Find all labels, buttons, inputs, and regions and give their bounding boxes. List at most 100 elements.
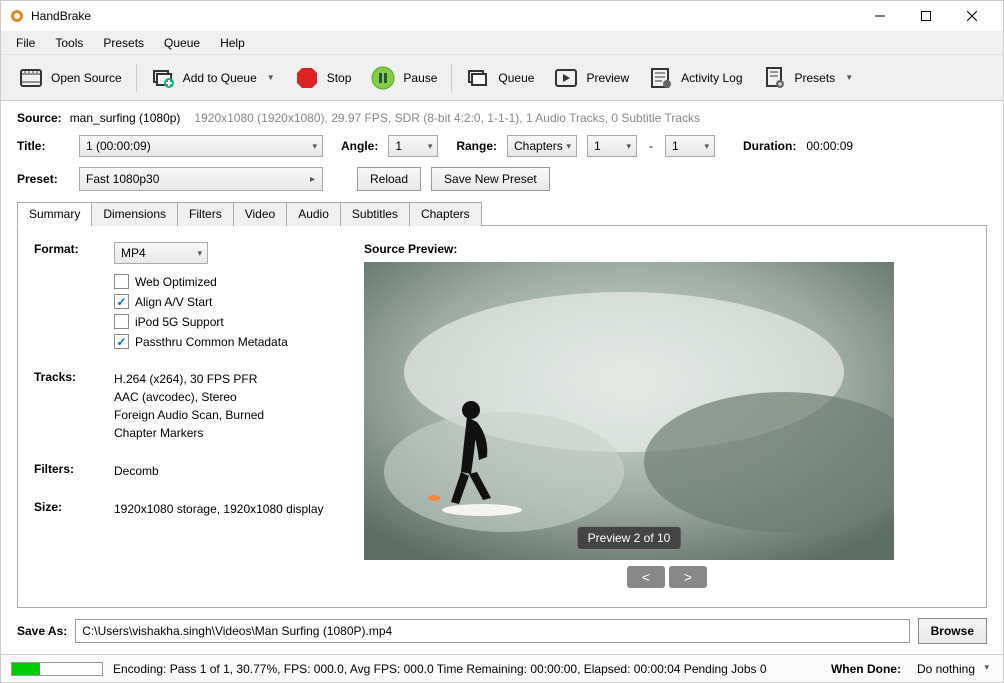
summary-left: Format: MP4 Web Optimized Align A/V Star…: [34, 242, 344, 591]
preset-dropdown[interactable]: Fast 1080p30: [79, 167, 323, 191]
preset-label: Preset:: [17, 172, 69, 186]
presets-button[interactable]: Presets ▼: [753, 60, 864, 96]
format-dropdown[interactable]: MP4: [114, 242, 208, 264]
close-button[interactable]: [949, 1, 995, 31]
menubar: File Tools Presets Queue Help: [1, 31, 1003, 55]
film-reel-icon: [19, 66, 43, 90]
pause-button[interactable]: Pause: [361, 60, 447, 96]
tracks-value: H.264 (x264), 30 FPS PFR AAC (avcodec), …: [114, 370, 264, 442]
range-label: Range:: [456, 139, 497, 153]
format-label: Format:: [34, 242, 114, 264]
open-source-button[interactable]: Open Source: [9, 60, 132, 96]
duration-label: Duration:: [743, 139, 796, 153]
queue-label: Queue: [498, 71, 534, 85]
preview-counter-badge: Preview 2 of 10: [577, 526, 682, 550]
log-icon: [649, 66, 673, 90]
tab-strip: Summary Dimensions Filters Video Audio S…: [17, 202, 987, 226]
summary-right: Source Preview:: [364, 242, 970, 591]
preview-label: Preview: [586, 71, 629, 85]
duration-value: 00:00:09: [806, 139, 853, 153]
angle-dropdown[interactable]: 1: [388, 135, 438, 157]
minimize-button[interactable]: [857, 1, 903, 31]
align-av-label: Align A/V Start: [135, 295, 212, 309]
angle-label: Angle:: [341, 139, 378, 153]
range-from-dropdown[interactable]: 1: [587, 135, 637, 157]
add-to-queue-button[interactable]: Add to Queue ▼: [141, 60, 285, 96]
source-row: Source: man_surfing (1080p) 1920x1080 (1…: [1, 101, 1003, 131]
presets-label: Presets: [795, 71, 836, 85]
tab-video[interactable]: Video: [233, 202, 287, 226]
ipod-label: iPod 5G Support: [135, 315, 224, 329]
size-label: Size:: [34, 500, 114, 518]
pause-icon: [371, 66, 395, 90]
tab-summary[interactable]: Summary: [17, 202, 92, 226]
toolbar: Open Source Add to Queue ▼ Stop Pause Qu…: [1, 55, 1003, 101]
tracks-label: Tracks:: [34, 370, 114, 442]
status-text: Encoding: Pass 1 of 1, 30.77%, FPS: 000.…: [113, 662, 767, 676]
add-queue-icon: [151, 66, 175, 90]
source-name: man_surfing (1080p): [70, 111, 181, 125]
ipod-checkbox[interactable]: [114, 314, 129, 329]
title-label: Title:: [17, 139, 69, 153]
preview-prev-button[interactable]: <: [627, 566, 665, 588]
statusbar: Encoding: Pass 1 of 1, 30.77%, FPS: 000.…: [1, 654, 1003, 682]
size-value: 1920x1080 storage, 1920x1080 display: [114, 500, 324, 518]
web-optimized-checkbox[interactable]: [114, 274, 129, 289]
tab-subtitles[interactable]: Subtitles: [340, 202, 410, 226]
save-new-preset-button[interactable]: Save New Preset: [431, 167, 550, 191]
source-detail: 1920x1080 (1920x1080), 29.97 FPS, SDR (8…: [194, 111, 700, 125]
add-to-queue-label: Add to Queue: [183, 71, 257, 85]
stop-label: Stop: [327, 71, 352, 85]
activity-log-button[interactable]: Activity Log: [639, 60, 752, 96]
reload-button[interactable]: Reload: [357, 167, 421, 191]
activity-log-label: Activity Log: [681, 71, 742, 85]
pause-label: Pause: [403, 71, 437, 85]
menu-tools[interactable]: Tools: [46, 33, 92, 53]
stop-icon: [295, 66, 319, 90]
browse-button[interactable]: Browse: [918, 618, 987, 644]
when-done-dropdown[interactable]: Do nothing: [911, 660, 993, 678]
web-optimized-label: Web Optimized: [135, 275, 217, 289]
tab-audio[interactable]: Audio: [286, 202, 341, 226]
queue-icon: [466, 66, 490, 90]
menu-file[interactable]: File: [7, 33, 44, 53]
maximize-button[interactable]: [903, 1, 949, 31]
saveas-row: Save As: Browse: [1, 608, 1003, 654]
title-row: Title: 1 (00:00:09) Angle: 1 Range: Chap…: [1, 131, 1003, 161]
queue-button[interactable]: Queue: [456, 60, 544, 96]
source-preview-image: Preview 2 of 10: [364, 262, 894, 560]
preview-next-button[interactable]: >: [669, 566, 707, 588]
dropdown-arrow-icon: ▼: [267, 73, 275, 82]
tab-panel: Summary Dimensions Filters Video Audio S…: [17, 201, 987, 608]
preview-icon: [554, 66, 578, 90]
tab-chapters[interactable]: Chapters: [409, 202, 482, 226]
tab-dimensions[interactable]: Dimensions: [91, 202, 178, 226]
passthru-label: Passthru Common Metadata: [135, 335, 288, 349]
preview-nav: < >: [364, 566, 970, 588]
saveas-input[interactable]: [75, 619, 909, 643]
range-to-dropdown[interactable]: 1: [665, 135, 715, 157]
when-done-label: When Done:: [831, 662, 901, 676]
saveas-label: Save As:: [17, 624, 67, 638]
title-dropdown[interactable]: 1 (00:00:09): [79, 135, 323, 157]
preset-row: Preset: Fast 1080p30 Reload Save New Pre…: [1, 161, 1003, 201]
tab-content: Format: MP4 Web Optimized Align A/V Star…: [17, 225, 987, 608]
dropdown-arrow-icon: ▼: [845, 73, 853, 82]
filters-value: Decomb: [114, 462, 159, 480]
range-hyphen: -: [647, 139, 655, 153]
presets-icon: [763, 66, 787, 90]
stop-button[interactable]: Stop: [285, 60, 362, 96]
range-type-dropdown[interactable]: Chapters: [507, 135, 577, 157]
progress-bar: [11, 662, 103, 676]
passthru-checkbox[interactable]: [114, 334, 129, 349]
menu-queue[interactable]: Queue: [155, 33, 209, 53]
preview-button[interactable]: Preview: [544, 60, 639, 96]
open-source-label: Open Source: [51, 71, 122, 85]
tab-filters[interactable]: Filters: [177, 202, 234, 226]
menu-presets[interactable]: Presets: [94, 33, 153, 53]
menu-help[interactable]: Help: [211, 33, 254, 53]
source-label: Source:: [17, 111, 62, 125]
titlebar: HandBrake: [1, 1, 1003, 31]
window-title: HandBrake: [31, 9, 91, 23]
align-av-checkbox[interactable]: [114, 294, 129, 309]
